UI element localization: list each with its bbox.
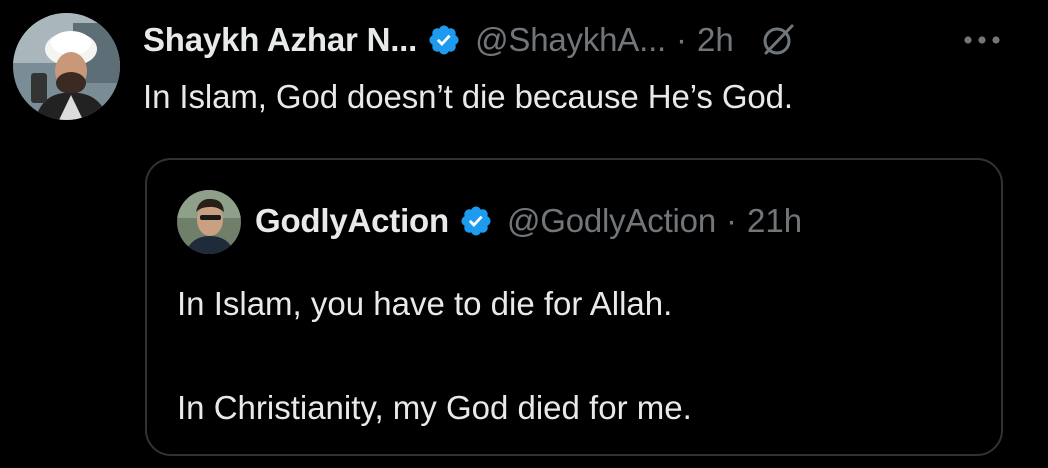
more-options-icon[interactable] bbox=[960, 28, 1004, 52]
quoted-timestamp[interactable]: 21h bbox=[747, 202, 802, 240]
separator-dot: · bbox=[676, 21, 688, 58]
grok-icon[interactable] bbox=[760, 22, 796, 58]
verified-badge-icon[interactable] bbox=[427, 23, 461, 57]
quoted-text-line-2: In Christianity, my God died for me. bbox=[177, 389, 692, 426]
quoted-author-handle[interactable]: @GodlyAction bbox=[507, 202, 716, 240]
quoted-tweet-header: GodlyAction @GodlyAction · 21h bbox=[255, 198, 802, 244]
tweet-text: In Islam, God doesn’t die because He’s G… bbox=[143, 78, 793, 115]
separator-dot: · bbox=[726, 202, 737, 239]
author-display-name[interactable]: Shaykh Azhar N... bbox=[143, 21, 417, 59]
author-avatar[interactable] bbox=[13, 13, 120, 120]
quoted-text-line-1: In Islam, you have to die for Allah. bbox=[177, 285, 673, 322]
tweet-header: Shaykh Azhar N... @ShaykhA... · 2h bbox=[143, 18, 796, 62]
quoted-tweet[interactable]: GodlyAction @GodlyAction · 21h In Islam,… bbox=[145, 158, 1003, 456]
quoted-tweet-text: In Islam, you have to die for Allah. In … bbox=[177, 278, 692, 434]
quoted-author-avatar[interactable] bbox=[177, 190, 241, 254]
timestamp[interactable]: 2h bbox=[697, 21, 734, 59]
quoted-author-display-name[interactable]: GodlyAction bbox=[255, 202, 449, 240]
verified-badge-icon[interactable] bbox=[459, 204, 493, 238]
author-handle[interactable]: @ShaykhA... bbox=[475, 21, 666, 59]
